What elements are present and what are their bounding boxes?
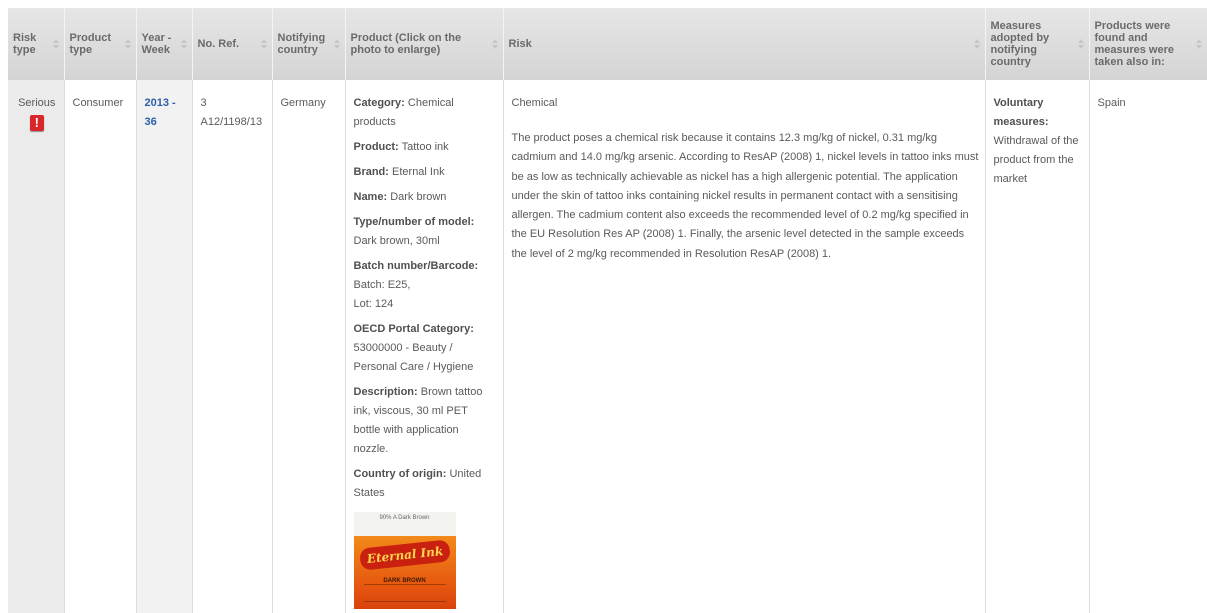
alerts-table: Risk type Product type Year - Week No. R… (8, 8, 1207, 613)
info-label: Country of origin: (353, 468, 447, 480)
risk-category-text: Chemical (511, 97, 558, 109)
col-header-label: Risk type (13, 32, 37, 56)
info-label: Category: (353, 97, 405, 109)
header-row: Risk type Product type Year - Week No. R… (8, 8, 1207, 80)
cell-product: Category: Chemical products Product: Tat… (345, 80, 504, 613)
table-row: Serious ! Consumer 2013 - 36 3 A12/1198/… (8, 80, 1207, 613)
photo-label-card: Eternal Ink DARK BROWN (353, 536, 456, 609)
info-value: Dark brown, 30ml (353, 235, 440, 247)
info-label: Description: (353, 386, 418, 398)
found-also-text: Spain (1097, 97, 1126, 109)
product-photo[interactable]: 90% A Dark Brown Eternal Ink DARK BROWN (353, 512, 456, 609)
col-header-label: Risk (508, 38, 532, 50)
photo-fine-print (363, 584, 446, 602)
info-value: Batch: E25, (353, 279, 411, 291)
cell-year-week: 2013 - 36 (136, 80, 193, 613)
no-text: 3 (200, 97, 207, 109)
product-brand: Brand: Eternal Ink (354, 163, 497, 182)
info-label: Type/number of model: (353, 216, 475, 228)
year-week-link[interactable]: 2013 - 36 (145, 97, 176, 128)
sort-icon[interactable] (333, 39, 341, 49)
info-value: Eternal Ink (392, 166, 445, 178)
warning-icon: ! (29, 115, 44, 131)
info-value: 53000000 - Beauty / Personal Care / Hygi… (353, 342, 474, 373)
info-label: OECD Portal Category: (353, 323, 474, 335)
col-header-label: Products were found and measures were ta… (1094, 20, 1175, 68)
col-header-label: Product (Click on the photo to enlarge) (350, 32, 462, 56)
sort-icon[interactable] (973, 39, 981, 49)
col-header-measures[interactable]: Measures adopted by notifying country (985, 8, 1090, 80)
sort-icon[interactable] (124, 39, 132, 49)
sort-icon[interactable] (180, 39, 188, 49)
ref-text: A12/1198/13 (200, 116, 263, 128)
cell-measures: Voluntary measures: Withdrawal of the pr… (985, 80, 1090, 613)
cell-risk-type: Serious ! (8, 80, 65, 613)
cell-risk: Chemical The product poses a chemical ri… (503, 80, 986, 613)
col-header-label: No. Ref. (197, 38, 240, 50)
col-header-notifying-country[interactable]: Notifying country (272, 8, 346, 80)
col-header-no-ref[interactable]: No. Ref. (192, 8, 273, 80)
alerts-page: Risk type Product type Year - Week No. R… (0, 0, 1207, 613)
info-label: Brand: (353, 166, 389, 178)
notifying-country-text: Germany (280, 97, 326, 109)
col-header-risk-type[interactable]: Risk type (8, 8, 65, 80)
risk-description: The product poses a chemical risk becaus… (511, 132, 979, 260)
info-label: Product: (353, 141, 399, 153)
sort-icon[interactable] (1195, 39, 1203, 49)
cell-notifying-country: Germany (272, 80, 346, 613)
col-header-year-week[interactable]: Year - Week (136, 8, 193, 80)
product-description: Description: Brown tattoo ink, viscous, … (354, 383, 497, 459)
cell-no-ref: 3 A12/1198/13 (192, 80, 273, 613)
info-value: Lot: 124 (353, 298, 394, 310)
product-oecd: OECD Portal Category: 53000000 - Beauty /… (354, 320, 497, 377)
info-label: Name: (353, 191, 388, 203)
cell-product-type: Consumer (64, 80, 137, 613)
product-model: Type/number of model: Dark brown, 30ml (354, 213, 497, 251)
info-label: Batch number/Barcode: (353, 260, 479, 272)
sort-icon[interactable] (260, 39, 268, 49)
measures-label: Voluntary measures: (993, 97, 1049, 128)
product-product: Product: Tattoo ink (354, 138, 497, 157)
measures-text: Withdrawal of the product from the marke… (993, 135, 1079, 185)
sort-icon[interactable] (1077, 39, 1085, 49)
photo-brand-logo: Eternal Ink (358, 539, 451, 571)
product-name: Name: Dark brown (354, 188, 497, 207)
col-header-product[interactable]: Product (Click on the photo to enlarge) (345, 8, 504, 80)
col-header-label: Product type (69, 32, 112, 56)
product-type-text: Consumer (72, 97, 124, 109)
product-category: Category: Chemical products (354, 94, 497, 132)
col-header-found-also[interactable]: Products were found and measures were ta… (1089, 8, 1207, 80)
sort-icon[interactable] (491, 39, 499, 49)
product-origin: Country of origin: United States (354, 465, 497, 503)
sort-icon[interactable] (52, 39, 60, 49)
risk-type-text: Serious (18, 97, 56, 109)
cell-found-also: Spain (1089, 80, 1207, 613)
col-header-label: Notifying country (277, 32, 326, 56)
info-value: Dark brown (390, 191, 447, 203)
col-header-risk[interactable]: Risk (503, 8, 986, 80)
col-header-label: Year - Week (141, 32, 172, 56)
product-batch: Batch number/Barcode: Batch: E25, Lot: 124 (354, 257, 497, 314)
col-header-product-type[interactable]: Product type (64, 8, 137, 80)
col-header-label: Measures adopted by notifying country (990, 20, 1050, 68)
info-value: Tattoo ink (401, 141, 449, 153)
photo-label-text: 90% A Dark Brown (353, 512, 456, 536)
